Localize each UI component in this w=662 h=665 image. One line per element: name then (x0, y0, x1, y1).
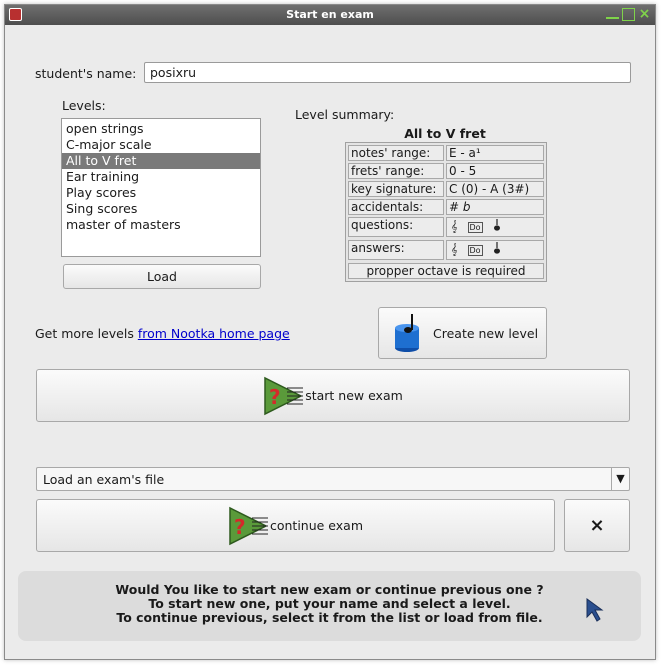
info-line-3: To continue previous, select it from the… (116, 610, 543, 625)
summary-answers-key: answers: (348, 240, 444, 260)
nootka-home-link[interactable]: from Nootka home page (138, 326, 290, 341)
guitar-icon (493, 218, 501, 236)
staff-icon: 𝄞 (451, 220, 458, 233)
summary-answers-value: 𝄞 Do (446, 240, 544, 260)
level-item-play-scores[interactable]: Play scores (62, 185, 260, 201)
summary-notes-range-key: notes' range: (348, 145, 444, 161)
exam-file-select[interactable]: Load an exam's file ▼ (36, 467, 630, 491)
summary-questions-key: questions: (348, 217, 444, 237)
mouse-cursor-icon (585, 597, 605, 626)
info-line-2: To start new one, put your name and sele… (148, 596, 511, 611)
window-title: Start en exam (286, 8, 374, 21)
summary-frets-range-key: frets' range: (348, 163, 444, 179)
continue-exam-label: continue exam (269, 518, 364, 533)
info-hint-box: Would You like to start new exam or cont… (18, 571, 641, 641)
title-bar[interactable]: Start en exam × (5, 5, 655, 25)
summary-frets-range-value: 0 - 5 (446, 163, 544, 179)
create-new-level-button[interactable]: Create new level (378, 307, 547, 359)
more-levels-label: Get more levels (35, 326, 138, 341)
level-creator-icon (393, 312, 423, 354)
info-line-1: Would You like to start new exam or cont… (115, 582, 544, 597)
level-summary-table: notes' range: E - a¹ frets' range: 0 - 5… (345, 142, 547, 282)
load-level-button[interactable]: Load (63, 264, 261, 289)
level-summary-label: Level summary: (295, 107, 395, 122)
minimize-button[interactable] (606, 8, 619, 19)
levels-list[interactable]: open strings C-major scale All to V fret… (61, 118, 261, 257)
create-new-level-label: Create new level (433, 325, 539, 341)
summary-accidentals-value: # b (446, 199, 544, 215)
svg-text:?: ? (269, 385, 281, 409)
start-exam-window: Start en exam × student's name: posixru … (4, 4, 656, 660)
level-item-sing-scores[interactable]: Sing scores (62, 201, 260, 217)
svg-text:?: ? (234, 515, 246, 539)
start-new-exam-label: start new exam (305, 388, 403, 403)
exam-icon: ? (228, 504, 270, 548)
exam-icon: ? (263, 374, 305, 418)
level-item-open-strings[interactable]: open strings (62, 121, 260, 137)
more-levels-text: Get more levels from Nootka home page (35, 326, 290, 341)
start-new-exam-button[interactable]: ? start new exam (36, 369, 630, 422)
levels-label: Levels: (62, 98, 106, 113)
level-item-ear-training[interactable]: Ear training (62, 169, 260, 185)
summary-key-signature-value: C (0) - A (3#) (446, 181, 544, 197)
maximize-button[interactable] (622, 8, 635, 21)
level-item-c-major[interactable]: C-major scale (62, 137, 260, 153)
summary-octave-note: propper octave is required (348, 263, 544, 279)
continue-exam-button[interactable]: ? continue exam (36, 499, 555, 552)
staff-icon: 𝄞 (451, 243, 458, 256)
guitar-icon (493, 241, 501, 259)
summary-questions-value: 𝄞 Do (446, 217, 544, 237)
do-name-icon: Do (467, 244, 483, 256)
summary-key-signature-key: key signature: (348, 181, 444, 197)
level-item-master[interactable]: master of masters (62, 217, 260, 233)
student-name-label: student's name: (35, 66, 137, 81)
level-item-all-to-v-fret[interactable]: All to V fret (62, 153, 260, 169)
close-window-button[interactable]: × (638, 7, 651, 21)
summary-level-title: All to V fret (404, 126, 486, 141)
chevron-down-icon[interactable]: ▼ (611, 468, 629, 490)
summary-notes-range-value: E - a¹ (446, 145, 544, 161)
do-name-icon: Do (467, 221, 483, 233)
summary-accidentals-key: accidentals: (348, 199, 444, 215)
exam-file-select-value: Load an exam's file (43, 472, 165, 487)
delete-exam-button[interactable]: × (564, 499, 630, 552)
student-name-input[interactable]: posixru (144, 62, 631, 83)
